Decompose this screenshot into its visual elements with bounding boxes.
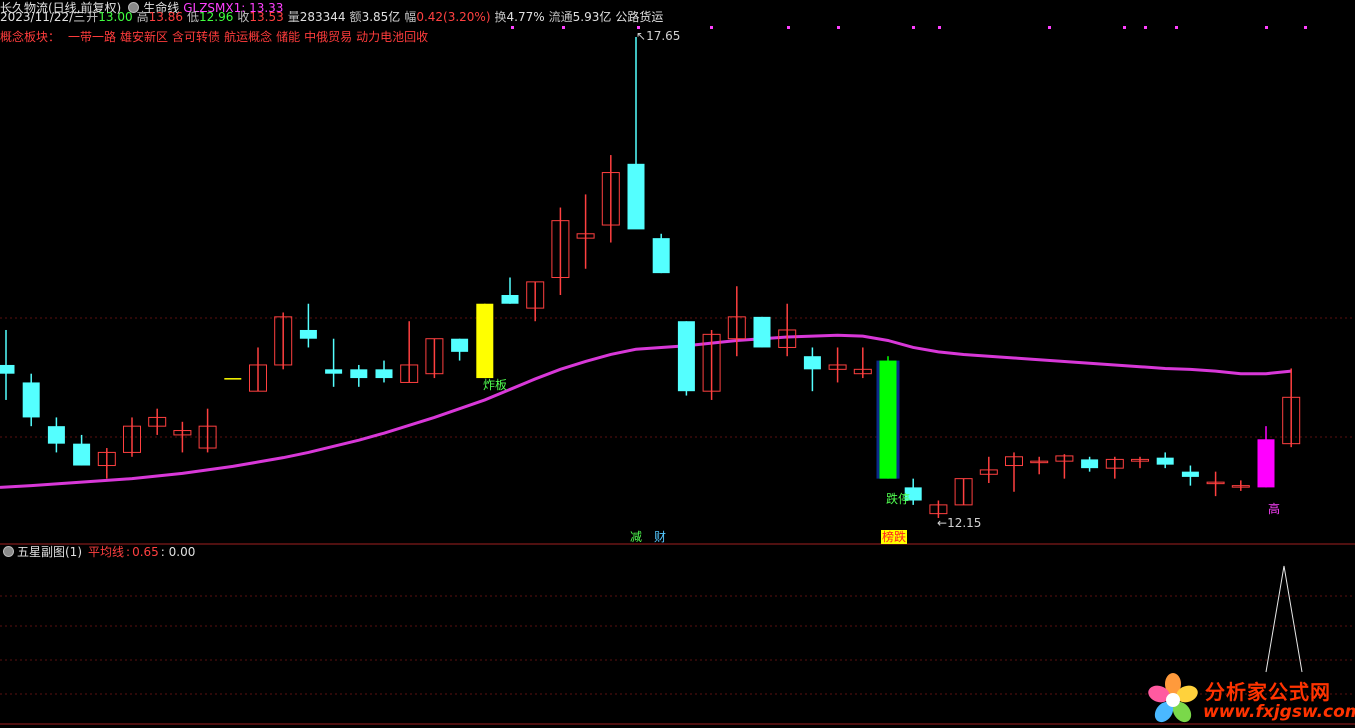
jian-label: 减 xyxy=(630,530,643,544)
candle-body xyxy=(753,316,771,348)
quote-date: 2023/11/22/三 xyxy=(0,10,86,24)
close-value: 13.53 xyxy=(249,10,284,24)
candle-body xyxy=(677,321,695,392)
candle-body xyxy=(627,163,645,230)
concept-label: 概念板块： xyxy=(0,30,61,44)
sub-value2: : 0.00 xyxy=(160,545,196,559)
sub-ma-colon: : xyxy=(126,545,131,559)
concept-sector-bar: 概念板块： 一带一路 雄安新区 含可转债 航运概念 储能 中俄贸易 动力电池回收 xyxy=(0,30,432,45)
float-label: 流通 xyxy=(548,10,573,24)
signal-dot xyxy=(1304,26,1307,29)
signal-dot xyxy=(710,26,713,29)
candle-body xyxy=(803,356,821,370)
signal-dot xyxy=(1123,26,1126,29)
signal-dot xyxy=(562,26,565,29)
kline-chart[interactable] xyxy=(0,0,1355,728)
concept-item[interactable]: 一带一路 xyxy=(68,30,116,44)
signal-dot xyxy=(912,26,915,29)
dieting-label: 跌停 xyxy=(886,492,911,506)
concept-item[interactable]: 雄安新区 xyxy=(120,30,168,44)
high-price-label: 17.65 xyxy=(646,29,681,43)
low-value: 12.96 xyxy=(198,10,234,24)
concept-item[interactable]: 含可转债 xyxy=(172,30,220,44)
candle-body xyxy=(652,238,670,274)
quote-detail-bar: 2023/11/22/三开13.00 高13.86 低12.96 收13.53 量283… xyxy=(0,10,667,25)
logo-title: 分析家公式网 xyxy=(1205,680,1331,704)
amount-value: 3.85亿 xyxy=(361,10,401,24)
candle-body xyxy=(299,329,317,339)
signal-dot xyxy=(1144,26,1147,29)
logo-url: www.fxjgsw.com xyxy=(1203,702,1355,722)
cai-label: 财 xyxy=(654,530,667,544)
candle-body xyxy=(375,369,393,379)
signal-dot xyxy=(1175,26,1178,29)
signal-dot xyxy=(1048,26,1051,29)
change-value: 0.42(3.20%) xyxy=(416,10,491,24)
candle-body xyxy=(325,369,343,374)
candle-body xyxy=(224,378,242,380)
sub-chart-header: 五星副图(1) 平均线:0.65: 0.00 xyxy=(0,545,195,560)
concept-item[interactable]: 动力电池回收 xyxy=(356,30,428,44)
change-label: 幅 xyxy=(404,10,417,24)
fxjgsw-logo: 分析家公式网 www.fxjgsw.com xyxy=(1145,670,1355,728)
turnover-label: 换 xyxy=(494,10,507,24)
turnover-value: 4.77% xyxy=(506,10,545,24)
open-label: 开 xyxy=(86,10,99,24)
candle-body xyxy=(1081,459,1099,469)
zhaban-label: 炸板 xyxy=(483,378,508,392)
candle-body xyxy=(73,443,91,466)
candle-body xyxy=(451,338,469,352)
high-value: 13.86 xyxy=(148,10,183,24)
sub-ma-value: 0.65 xyxy=(132,545,159,559)
sector-name[interactable]: 公路货运 xyxy=(615,10,663,24)
gear-icon[interactable] xyxy=(3,546,14,557)
close-label: 收 xyxy=(237,10,250,24)
candle-body xyxy=(1257,439,1275,488)
concept-item[interactable]: 储能 xyxy=(276,30,300,44)
amount-label: 额 xyxy=(349,10,362,24)
gao-label: 高 xyxy=(1268,502,1281,516)
open-value: 13.00 xyxy=(98,10,133,24)
signal-dot xyxy=(787,26,790,29)
candle-body xyxy=(350,369,368,379)
signal-dot xyxy=(511,26,514,29)
signal-dot xyxy=(1265,26,1268,29)
candle-body xyxy=(22,382,40,418)
sub-ma-label: 平均线 xyxy=(88,545,125,559)
high-price-marker: ↖17.65 xyxy=(636,29,681,43)
bangdie-label: 榜跌 xyxy=(881,530,908,544)
low-price-label: 12.15 xyxy=(947,516,982,530)
candle-body xyxy=(476,303,494,379)
signal-dot xyxy=(938,26,941,29)
float-value: 5.93亿 xyxy=(572,10,612,24)
candle-body xyxy=(1156,457,1174,465)
candle-body xyxy=(0,364,15,374)
signal-dot xyxy=(837,26,840,29)
concept-item[interactable]: 中俄贸易 xyxy=(304,30,352,44)
high-label: 高 xyxy=(136,10,149,24)
candle-body xyxy=(1181,471,1199,477)
low-price-marker: ←12.15 xyxy=(937,516,982,530)
low-label: 低 xyxy=(186,10,199,24)
volume-label: 量 xyxy=(287,10,300,24)
flower-logo-icon xyxy=(1148,673,1198,723)
candle-body xyxy=(879,360,897,479)
concept-item[interactable]: 航运概念 xyxy=(224,30,272,44)
sub-chart-title: 五星副图(1) xyxy=(17,545,82,559)
candle-body xyxy=(47,426,65,444)
sub-signal-spike xyxy=(1265,565,1303,673)
candle-body xyxy=(501,294,519,304)
volume-value: 283344 xyxy=(299,10,346,24)
